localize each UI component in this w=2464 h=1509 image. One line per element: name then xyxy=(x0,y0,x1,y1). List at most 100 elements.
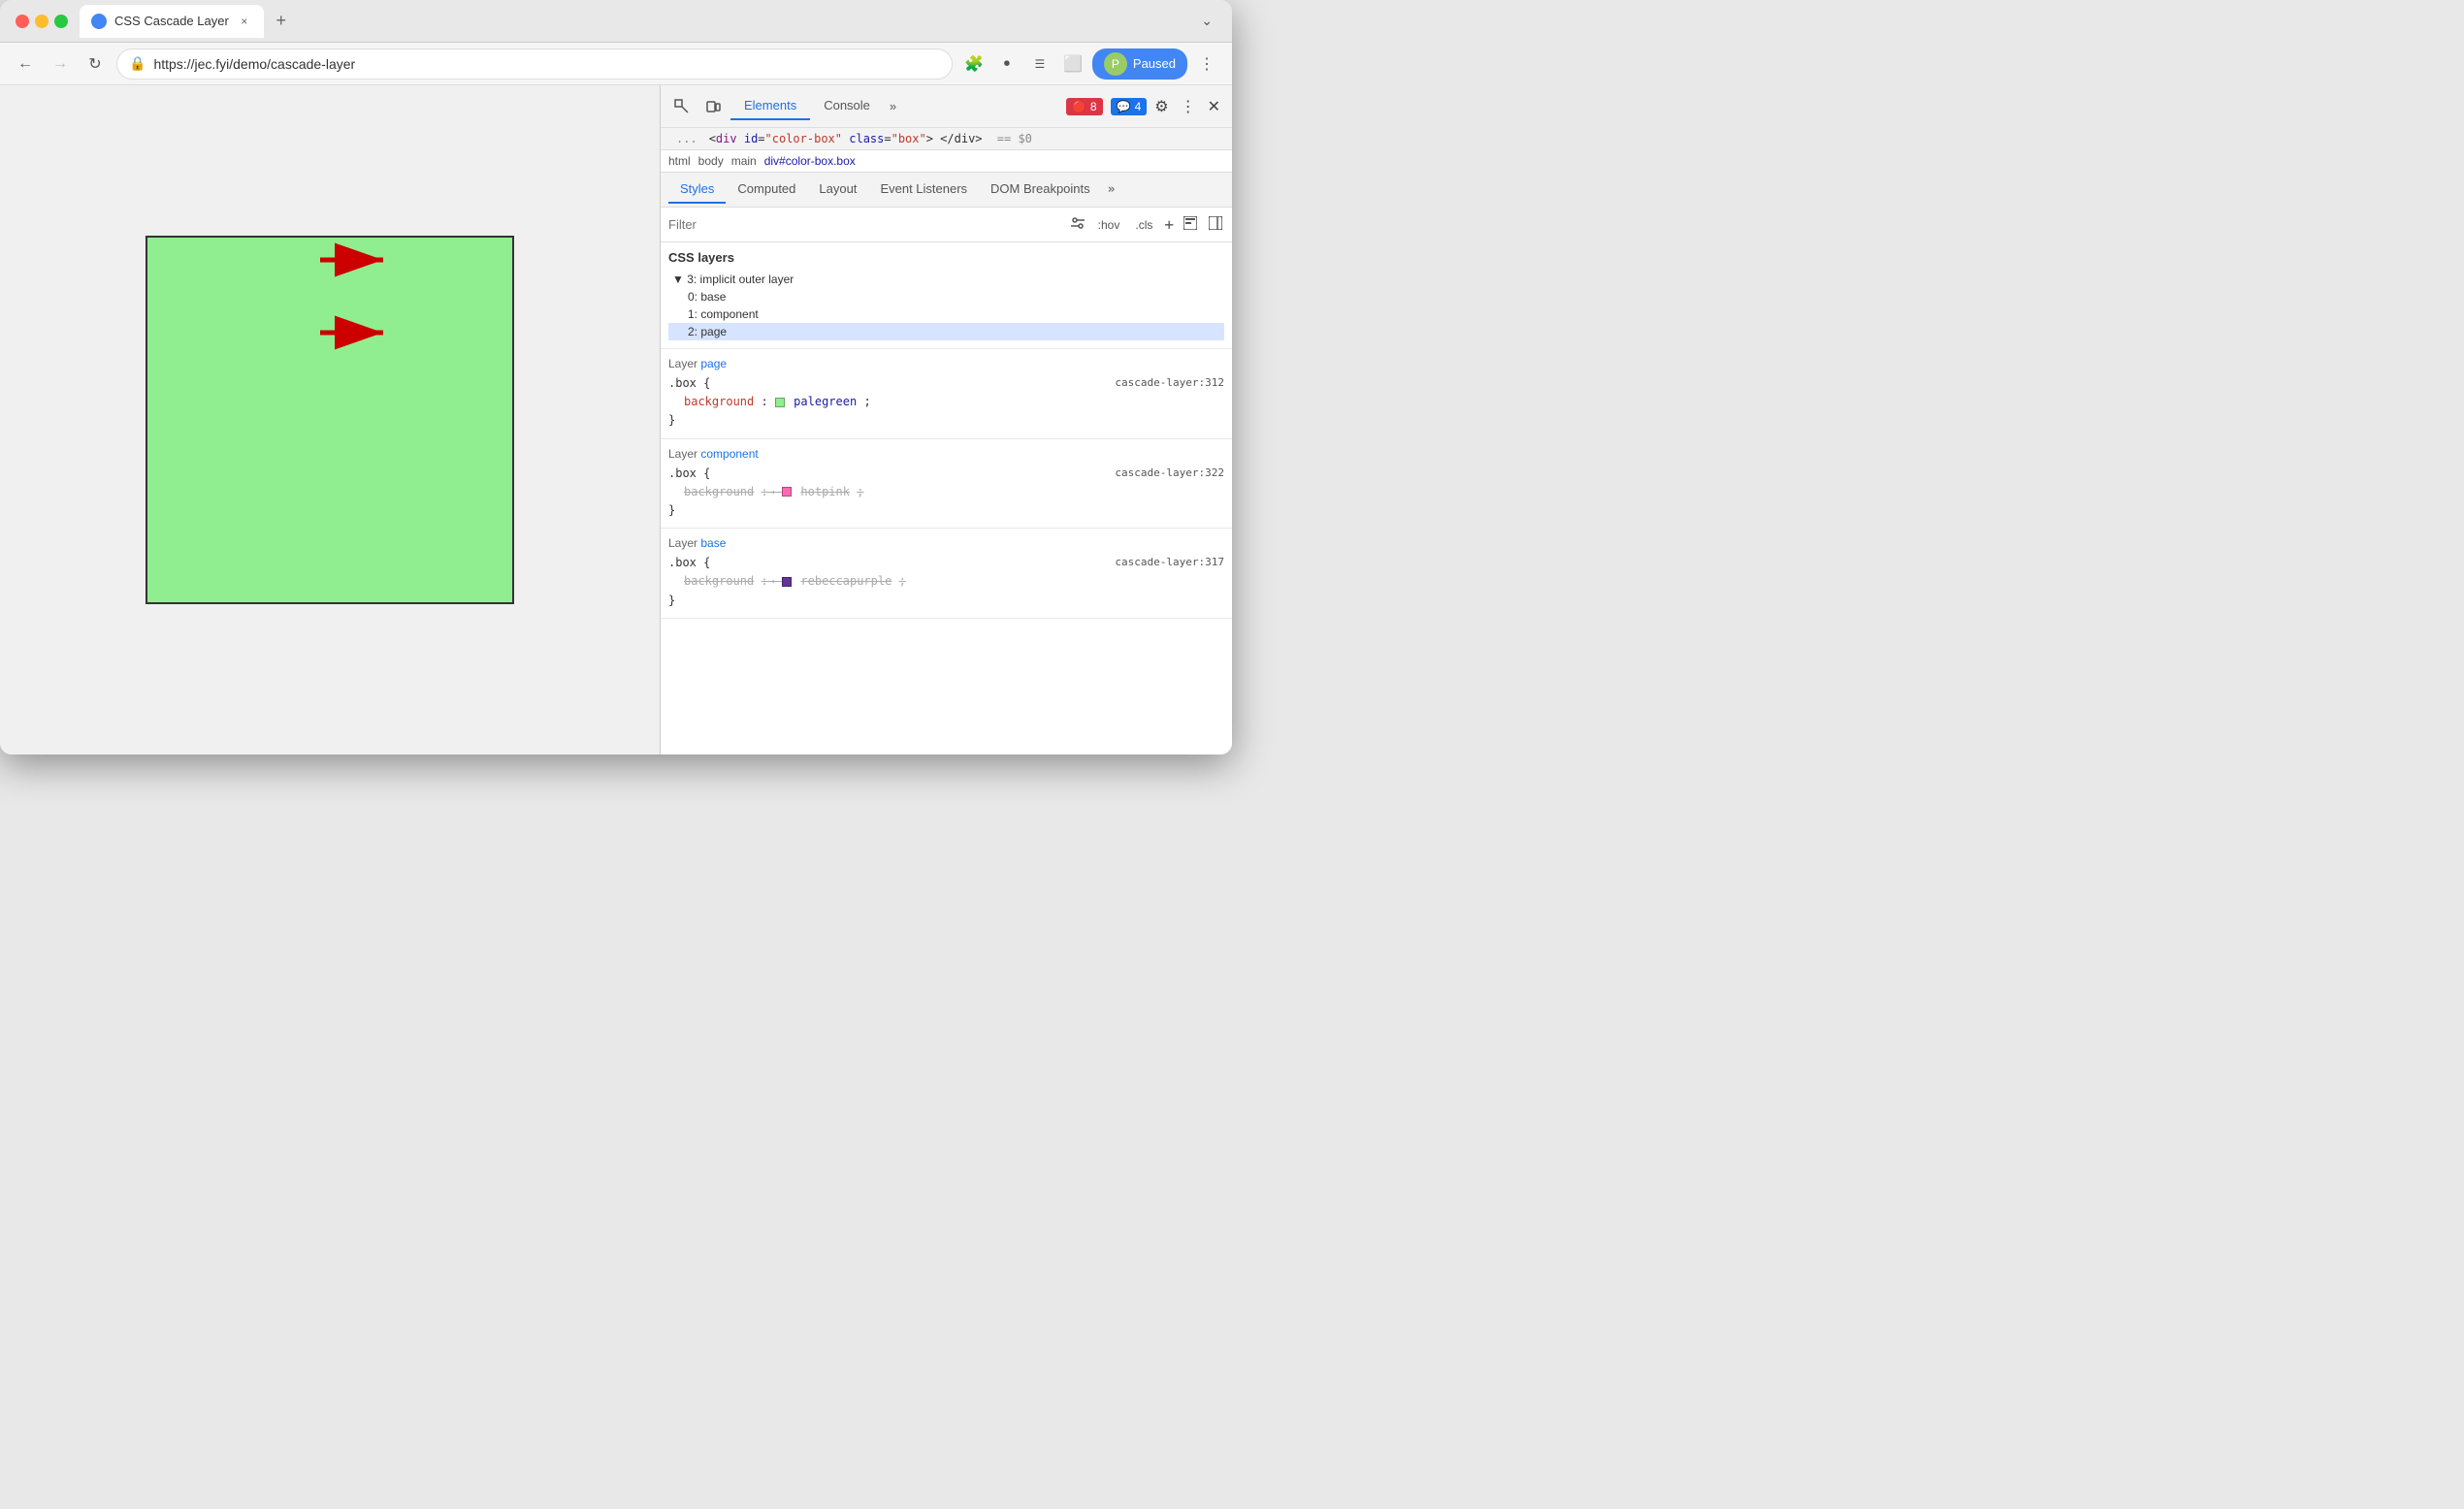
rule-section-base: Layer base .box { cascade-layer:317 back… xyxy=(661,529,1232,619)
breadcrumb-body[interactable]: body xyxy=(698,154,724,168)
warning-badge[interactable]: 💬 4 xyxy=(1111,98,1148,115)
breadcrumb-main[interactable]: main xyxy=(731,154,757,168)
filter-add-button[interactable]: + xyxy=(1164,215,1174,234)
red-arrow-1 xyxy=(320,241,398,279)
css-value-hotpink: hotpink xyxy=(800,485,850,498)
layer-component-link[interactable]: component xyxy=(700,447,758,461)
devtools-recorder-button[interactable]: ⏺ xyxy=(993,50,1021,78)
color-swatch-icon-3[interactable] xyxy=(782,577,792,587)
url-input[interactable] xyxy=(153,56,939,72)
dom-dots[interactable]: ... xyxy=(668,132,705,145)
close-button[interactable] xyxy=(16,15,29,28)
layer-page-link[interactable]: page xyxy=(700,357,727,370)
layer-base-link[interactable]: base xyxy=(700,536,726,550)
tab-favicon xyxy=(91,14,107,29)
warning-count: 4 xyxy=(1135,100,1142,113)
file-ref-page[interactable]: cascade-layer:312 xyxy=(1115,374,1224,392)
styles-panel-tabs: Styles Computed Layout Event Listeners D… xyxy=(661,173,1232,208)
css-selector-3: .box xyxy=(668,556,697,569)
tab-menu-button[interactable]: ⌄ xyxy=(1197,9,1216,33)
main-area: Elements Console » 🔴 8 💬 4 ⚙ ⋮ ✕ xyxy=(0,85,1232,754)
color-swatch-hotpink[interactable] xyxy=(782,485,800,498)
file-ref-component[interactable]: cascade-layer:322 xyxy=(1115,465,1224,482)
css-selector-2: .box xyxy=(668,466,697,480)
layer-base-item[interactable]: 0: base xyxy=(668,288,1224,305)
back-button[interactable]: ← xyxy=(12,50,39,78)
styles-tab-computed[interactable]: Computed xyxy=(726,176,807,204)
file-ref-base[interactable]: cascade-layer:317 xyxy=(1115,554,1224,571)
address-bar[interactable]: 🔒 xyxy=(116,48,953,80)
reload-button[interactable]: ↻ xyxy=(81,50,109,78)
layer-page-item[interactable]: 2: page xyxy=(668,323,1224,340)
new-tab-button[interactable]: + xyxy=(268,8,295,35)
color-swatch-icon-2[interactable] xyxy=(782,487,792,497)
filter-bar: :hov .cls + xyxy=(661,208,1232,242)
layer-label-text-2: Layer xyxy=(668,447,700,461)
devtools-status: 🔴 8 💬 4 xyxy=(1066,98,1147,115)
devtools-toggle-button[interactable]: ☰ xyxy=(1026,50,1054,78)
device-toggle-button[interactable] xyxy=(699,93,727,120)
traffic-lights xyxy=(16,15,68,28)
color-swatch-palegreen[interactable] xyxy=(775,395,794,408)
filter-toggle-sidebar-button[interactable] xyxy=(1207,214,1224,235)
active-tab[interactable]: CSS Cascade Layer × xyxy=(80,5,264,38)
lock-icon: 🔒 xyxy=(129,55,146,72)
styles-tab-event-listeners[interactable]: Event Listeners xyxy=(868,176,979,204)
breadcrumb-current[interactable]: div#color-box.box xyxy=(764,154,856,168)
styles-tab-layout[interactable]: Layout xyxy=(807,176,868,204)
minimize-button[interactable] xyxy=(35,15,49,28)
css-layers-title: CSS layers xyxy=(668,250,1224,265)
tab-close-button[interactable]: × xyxy=(237,14,252,29)
devtools-header: Elements Console » 🔴 8 💬 4 ⚙ ⋮ ✕ xyxy=(661,85,1232,128)
layer-component-label: 1: component xyxy=(688,307,759,321)
forward-button[interactable]: → xyxy=(47,50,74,78)
nav-extras: 🧩 ⏺ ☰ ⬜ P Paused ⋮ xyxy=(960,48,1220,80)
paused-button[interactable]: P Paused xyxy=(1092,48,1187,80)
css-property-bg-2[interactable]: background xyxy=(684,485,754,498)
devtools-tab-console[interactable]: Console xyxy=(810,92,884,120)
inspect-element-button[interactable] xyxy=(668,93,696,120)
filter-new-style-button[interactable] xyxy=(1182,214,1199,235)
layer-label-text: Layer xyxy=(668,357,700,370)
styles-tab-styles[interactable]: Styles xyxy=(668,176,726,204)
breadcrumb-html[interactable]: html xyxy=(668,154,691,168)
layer-label-text-3: Layer xyxy=(668,536,700,550)
layer-page-label-text: Layer page xyxy=(668,357,1224,370)
chrome-menu-button[interactable]: ⋮ xyxy=(1193,50,1220,78)
dom-breadcrumb-area: ... <div id="color-box" class="box"> </d… xyxy=(661,128,1232,150)
devtools-close-button[interactable]: ✕ xyxy=(1204,93,1224,120)
styles-tab-dom-breakpoints[interactable]: DOM Breakpoints xyxy=(979,176,1102,204)
devtools-more-tabs[interactable]: » xyxy=(884,95,902,117)
css-rule-base: .box { cascade-layer:317 background :→ r… xyxy=(668,554,1224,610)
layer-component-item[interactable]: 1: component xyxy=(668,305,1224,323)
nav-bar: ← → ↻ 🔒 🧩 ⏺ ☰ ⬜ P Paused ⋮ xyxy=(0,43,1232,85)
tab-title: CSS Cascade Layer xyxy=(114,14,229,28)
css-selector: .box xyxy=(668,376,697,390)
layer-page-label: 2: page xyxy=(688,325,727,338)
styles-more-tabs[interactable]: » xyxy=(1102,178,1121,201)
page-content xyxy=(0,85,660,754)
devtools-tab-elements[interactable]: Elements xyxy=(730,92,810,120)
css-property-bg[interactable]: background xyxy=(684,395,754,408)
layer-outer[interactable]: ▼ 3: implicit outer layer xyxy=(668,271,1224,288)
filter-input[interactable] xyxy=(668,217,1061,232)
dom-element-row: ... <div id="color-box" class="box"> </d… xyxy=(661,128,1232,149)
devtools-settings-button[interactable]: ⚙ xyxy=(1151,93,1172,120)
filter-cls-tag[interactable]: .cls xyxy=(1131,216,1156,234)
extensions-button[interactable]: 🧩 xyxy=(960,50,988,78)
error-badge[interactable]: 🔴 8 xyxy=(1066,98,1103,115)
css-property-bg-3[interactable]: background xyxy=(684,574,754,588)
color-swatch-rebeccapurple[interactable] xyxy=(782,574,800,588)
maximize-button[interactable] xyxy=(54,15,68,28)
filter-hov-tag[interactable]: :hov xyxy=(1094,216,1124,234)
layer-base-label: 0: base xyxy=(688,290,726,304)
avatar: P xyxy=(1104,52,1127,76)
filter-toggle-button[interactable] xyxy=(1069,214,1086,235)
css-rule-page: .box { cascade-layer:312 background : pa… xyxy=(668,374,1224,431)
rule-section-component: Layer component .box { cascade-layer:322… xyxy=(661,439,1232,530)
sidebar-button[interactable]: ⬜ xyxy=(1059,50,1086,78)
styles-content: CSS layers ▼ 3: implicit outer layer 0: … xyxy=(661,242,1232,754)
color-swatch-icon[interactable] xyxy=(775,398,785,407)
devtools-options-button[interactable]: ⋮ xyxy=(1177,93,1200,120)
demo-box xyxy=(146,236,514,604)
